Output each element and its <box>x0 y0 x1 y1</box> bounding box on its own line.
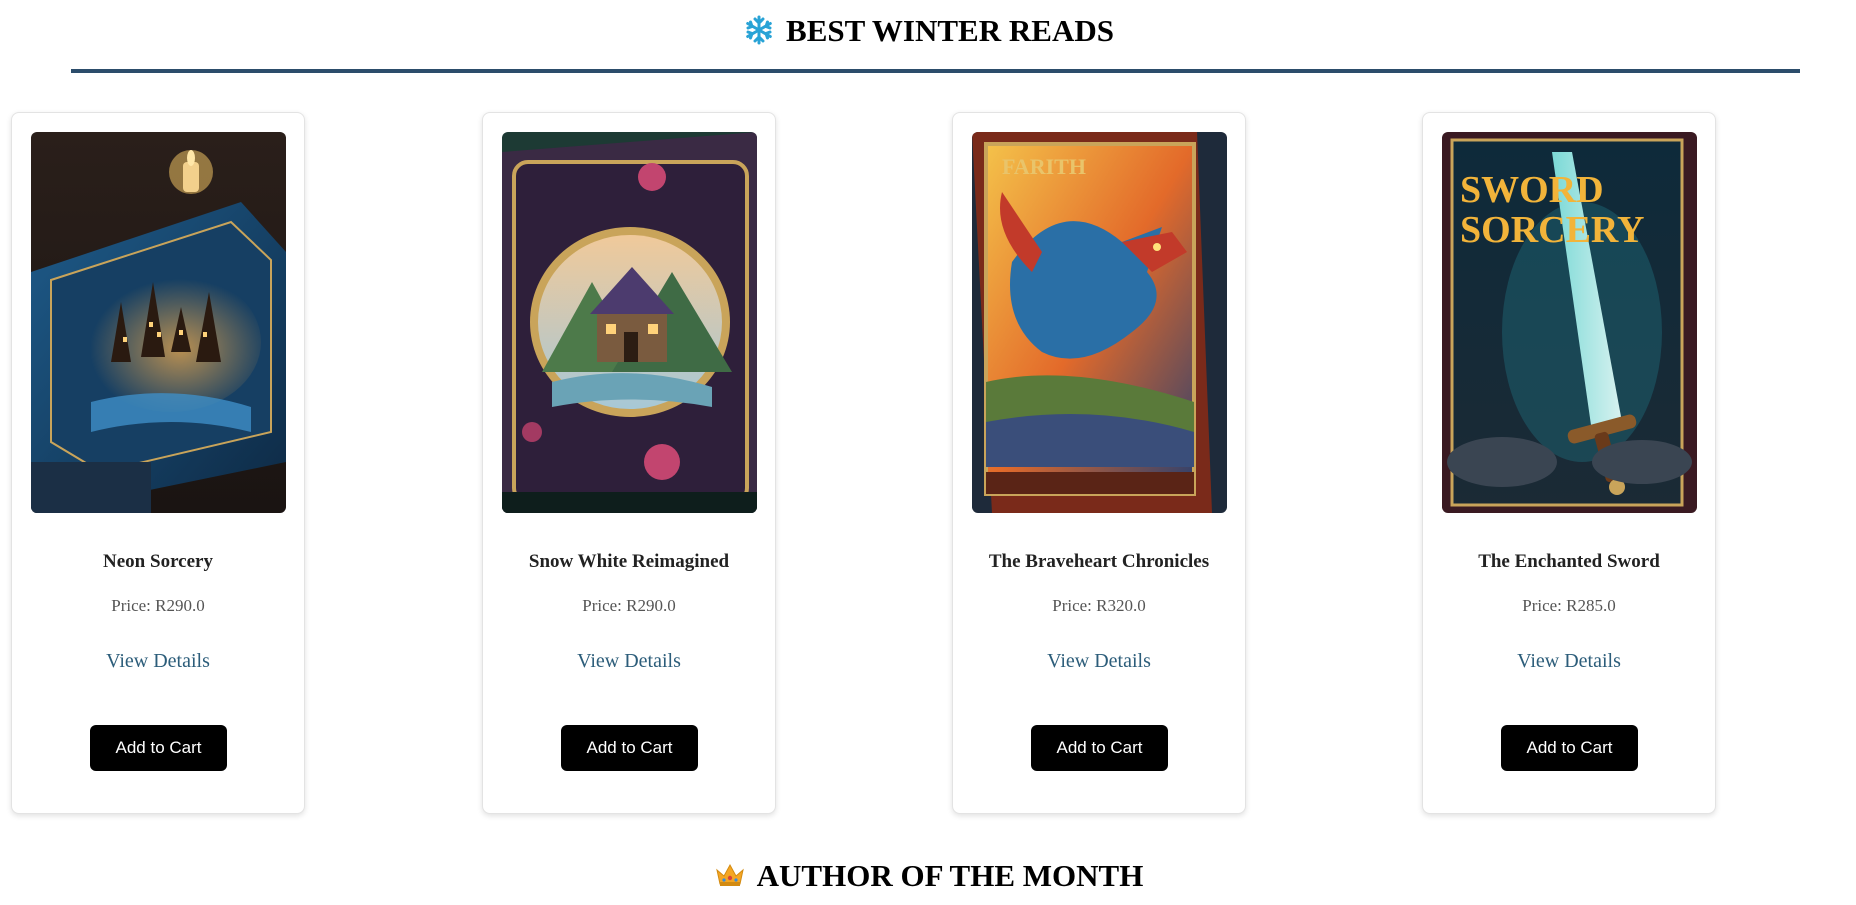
book-price: Price: R320.0 <box>1052 596 1146 615</box>
book-title: The Enchanted Sword <box>1478 551 1660 572</box>
book-card-the-braveheart-chronicles: FARITH The Braveheart Chronicles Price: … <box>952 112 1246 814</box>
add-to-cart-button[interactable]: Add to Cart <box>1501 725 1638 771</box>
svg-text:FARITH: FARITH <box>1002 154 1086 179</box>
view-details-link[interactable]: View Details <box>12 650 304 673</box>
book-price: Price: R290.0 <box>582 596 676 615</box>
dragon-book-cover-image[interactable]: FARITH <box>972 132 1227 513</box>
add-to-cart-button[interactable]: Add to Cart <box>90 725 227 771</box>
sword-book-cover-image[interactable]: SWORD SORCERY <box>1442 132 1697 513</box>
winter-reads-title: BEST WINTER READS <box>786 12 1114 48</box>
castle-book-cover-image[interactable] <box>31 132 286 513</box>
view-details-link[interactable]: View Details <box>953 650 1245 673</box>
book-card-the-enchanted-sword: SWORD SORCERY The Enchanted Sword Price:… <box>1422 112 1716 814</box>
book-card-neon-sorcery: Neon Sorcery Price: R290.0 View Details … <box>11 112 305 814</box>
snowflake-icon <box>742 13 776 47</box>
svg-text:SWORD: SWORD <box>1460 169 1604 211</box>
book-title: The Braveheart Chronicles <box>988 551 1210 572</box>
book-price: Price: R285.0 <box>1522 596 1616 615</box>
winter-reads-heading: BEST WINTER READS <box>0 13 1856 47</box>
book-title: Neon Sorcery <box>103 551 213 572</box>
crown-icon <box>713 858 747 892</box>
add-to-cart-button[interactable]: Add to Cart <box>561 725 698 771</box>
cottage-book-cover-image[interactable] <box>502 132 757 513</box>
book-price: Price: R290.0 <box>111 596 205 615</box>
view-details-link[interactable]: View Details <box>483 650 775 673</box>
svg-text:SORCERY: SORCERY <box>1460 209 1644 251</box>
view-details-link[interactable]: View Details <box>1423 650 1715 673</box>
winter-reads-divider <box>71 69 1800 73</box>
book-card-snow-white-reimagined: Snow White Reimagined Price: R290.0 View… <box>482 112 776 814</box>
author-of-month-title: AUTHOR OF THE MONTH <box>756 857 1144 893</box>
add-to-cart-button[interactable]: Add to Cart <box>1031 725 1168 771</box>
book-title: Snow White Reimagined <box>528 551 730 572</box>
author-of-month-heading: AUTHOR OF THE MONTH <box>0 858 1856 892</box>
